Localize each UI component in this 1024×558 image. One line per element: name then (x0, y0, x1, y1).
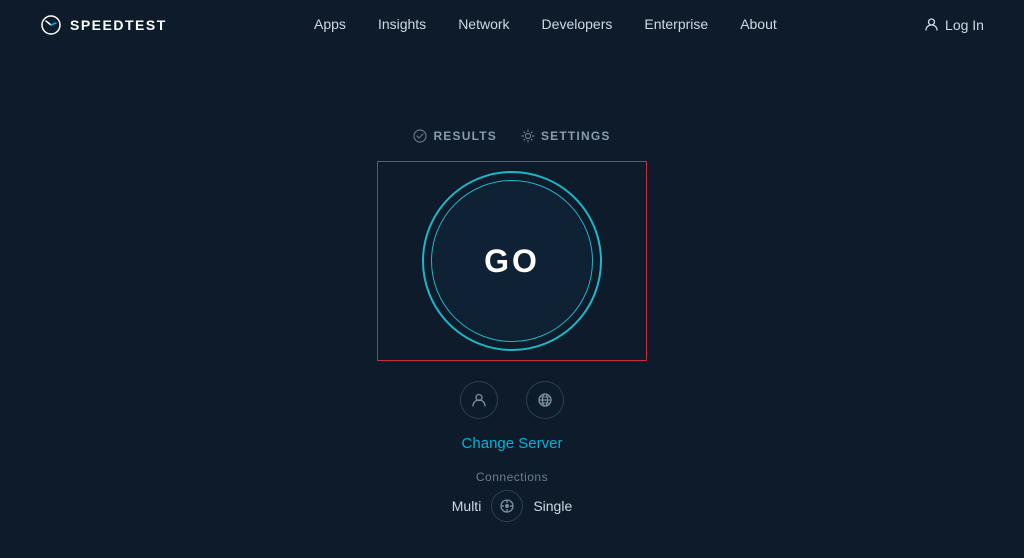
user-icon-button[interactable] (460, 381, 498, 419)
settings-icon (521, 129, 535, 143)
navbar: SPEEDTEST Apps Insights Network Develope… (0, 0, 1024, 49)
main-content: RESULTS SETTINGS GO (0, 49, 1024, 522)
go-label: GO (484, 243, 540, 280)
nav-item-developers[interactable]: Developers (542, 16, 613, 34)
speedtest-logo-icon (40, 14, 62, 36)
nav-item-enterprise[interactable]: Enterprise (644, 16, 708, 34)
connections-label: Connections (476, 470, 548, 484)
change-server-label: Change Server (462, 435, 563, 452)
server-icons-row (460, 381, 564, 419)
globe-icon-button[interactable] (526, 381, 564, 419)
globe-icon (537, 392, 553, 408)
settings-button[interactable]: SETTINGS (521, 129, 611, 143)
toggle-icon (499, 498, 515, 514)
nav-links: Apps Insights Network Developers Enterpr… (314, 16, 777, 34)
change-server-button[interactable]: Change Server (462, 435, 563, 452)
connections-toggle: Multi Single (452, 490, 572, 522)
login-label: Log In (945, 17, 984, 33)
results-button[interactable]: RESULTS (413, 129, 497, 143)
go-area: GO (377, 161, 647, 361)
go-button[interactable]: GO (431, 180, 593, 342)
go-ring-outer: GO (422, 171, 602, 351)
connections-toggle-button[interactable] (491, 490, 523, 522)
multi-label: Multi (452, 498, 482, 514)
nav-item-about[interactable]: About (740, 16, 777, 34)
login-button[interactable]: Log In (924, 17, 984, 33)
nav-item-apps[interactable]: Apps (314, 16, 346, 34)
brand-name: SPEEDTEST (70, 17, 167, 33)
toolbar: RESULTS SETTINGS (413, 129, 610, 143)
user-login-icon (924, 17, 939, 32)
connections-area: Connections Multi Single (452, 470, 572, 522)
brand-logo: SPEEDTEST (40, 14, 167, 36)
single-label: Single (533, 498, 572, 514)
nav-item-insights[interactable]: Insights (378, 16, 426, 34)
results-icon (413, 129, 427, 143)
settings-label: SETTINGS (541, 129, 611, 143)
nav-item-network[interactable]: Network (458, 16, 509, 34)
results-label: RESULTS (433, 129, 497, 143)
person-icon (471, 392, 487, 408)
